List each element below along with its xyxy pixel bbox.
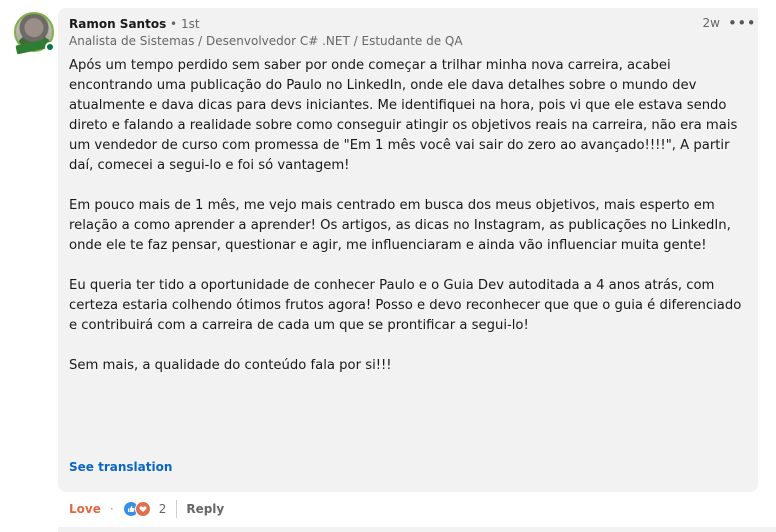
- see-translation-link[interactable]: See translation: [69, 460, 172, 474]
- author-avatar[interactable]: [14, 12, 55, 55]
- connection-degree: • 1st: [170, 17, 200, 31]
- separator-dot: ·: [109, 502, 114, 516]
- author-line: Ramon Santos • 1st: [69, 16, 750, 32]
- reply-button[interactable]: Reply: [186, 502, 224, 516]
- author-headline: Analista de Sistemas / Desenvolvedor C# …: [69, 34, 463, 48]
- more-options-icon[interactable]: •••: [728, 14, 756, 32]
- reaction-count[interactable]: 2: [159, 502, 167, 516]
- love-icon: [134, 501, 151, 517]
- comment-bubble: Ramon Santos • 1st Analista de Sistemas …: [58, 8, 758, 492]
- comment-paragraph: Em pouco mais de 1 mês, me vejo mais cen…: [69, 198, 731, 253]
- comment-paragraph: Sem mais, a qualidade do conteúdo fala p…: [69, 358, 392, 373]
- comment-paragraph: Após um tempo perdido sem saber por onde…: [69, 58, 738, 173]
- love-reaction-button[interactable]: Love: [69, 502, 101, 516]
- action-divider: [176, 500, 178, 518]
- comment-actions: Love · 2 Reply: [69, 500, 224, 518]
- author-name[interactable]: Ramon Santos: [69, 17, 166, 31]
- next-comment-edge: [58, 527, 776, 532]
- comment-text: Após um tempo perdido sem saber por onde…: [69, 56, 743, 396]
- comment-header: Ramon Santos • 1st Analista de Sistemas …: [69, 14, 756, 49]
- comment-timestamp: 2w: [702, 16, 720, 30]
- online-status-icon: [45, 42, 55, 52]
- comment-paragraph: Eu queria ter tido a oportunidade de con…: [69, 278, 742, 333]
- reaction-icons[interactable]: [122, 501, 153, 517]
